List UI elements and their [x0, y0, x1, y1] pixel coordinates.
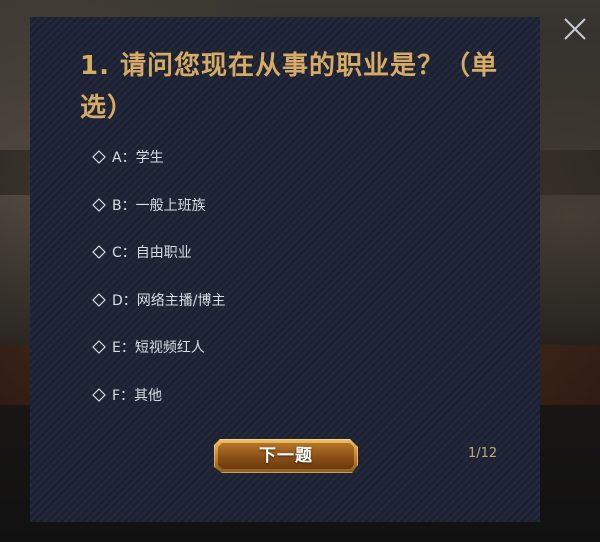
- survey-modal: 1. 请问您现在从事的职业是？（单选） A：学生 B：一般上班族 C：自由职业: [30, 17, 540, 522]
- option-label: B：一般上班族: [112, 197, 206, 214]
- option-label: E：短视频红人: [112, 340, 205, 356]
- diamond-outline-icon: [92, 340, 106, 354]
- page-counter: 1/12: [468, 446, 498, 461]
- close-icon: [564, 18, 586, 40]
- question-title: 1. 请问您现在从事的职业是？（单选）: [80, 51, 499, 123]
- option-a[interactable]: A：学生: [92, 145, 226, 169]
- option-c[interactable]: C：自由职业: [92, 240, 226, 264]
- option-label: D：网络主播/博主: [112, 292, 226, 309]
- option-label: F：其他: [112, 387, 163, 404]
- option-e[interactable]: E：短视频红人: [92, 335, 226, 359]
- diamond-outline-icon: [92, 150, 106, 164]
- diamond-outline-icon: [92, 197, 106, 212]
- option-label: C：自由职业: [112, 245, 192, 261]
- screen: 1. 请问您现在从事的职业是？（单选） A：学生 B：一般上班族 C：自由职业: [0, 0, 600, 542]
- diamond-outline-icon: [92, 245, 106, 259]
- option-f[interactable]: F：其他: [92, 383, 226, 407]
- option-list: A：学生 B：一般上班族 C：自由职业 D：网络主播/博主 E：短视频红人 F：…: [92, 145, 226, 430]
- option-b[interactable]: B：一般上班族: [92, 193, 226, 217]
- option-label: A：学生: [112, 150, 164, 166]
- option-d[interactable]: D：网络主播/博主: [92, 288, 226, 312]
- diamond-outline-icon: [92, 292, 106, 307]
- next-button-label: 下一题: [259, 446, 313, 465]
- next-question-button[interactable]: 下一题: [214, 439, 358, 473]
- close-button[interactable]: [560, 14, 590, 44]
- diamond-outline-icon: [92, 387, 106, 402]
